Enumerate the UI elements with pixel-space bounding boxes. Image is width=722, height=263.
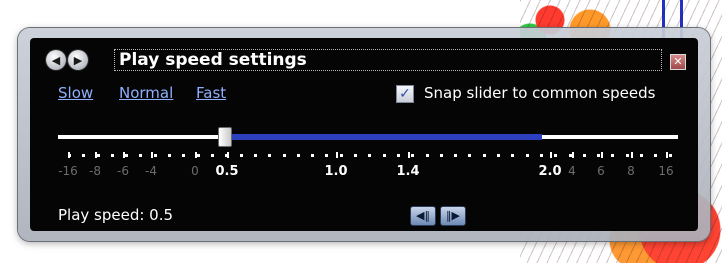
slider-major-tick xyxy=(151,152,153,158)
slider-major-tick xyxy=(572,152,574,158)
slider-tick xyxy=(283,154,286,157)
slider-tick xyxy=(583,154,586,157)
slider-scale-label: 16 xyxy=(658,164,674,178)
snap-checkbox[interactable]: ✓ xyxy=(396,85,414,103)
slider-tick xyxy=(325,154,328,157)
slider-tick xyxy=(611,154,614,157)
snap-label: Snap slider to common speeds xyxy=(424,84,656,102)
slider-scale-label: 0 xyxy=(191,164,199,178)
slider-scale-label: 6 xyxy=(597,164,605,178)
slider-tick xyxy=(454,154,457,157)
preset-slow-link[interactable]: Slow xyxy=(58,84,93,102)
slider-scale-label: -8 xyxy=(89,164,101,178)
slider-tick xyxy=(125,154,128,157)
slider-tick xyxy=(182,154,185,157)
slider-tick xyxy=(211,154,214,157)
slider-tick xyxy=(669,154,672,157)
slider-tick xyxy=(82,154,85,157)
checkmark-icon: ✓ xyxy=(399,86,411,102)
slider-tick xyxy=(240,154,243,157)
slider-major-tick xyxy=(408,152,410,158)
close-icon[interactable]: ✕ xyxy=(670,54,686,70)
slider-tick xyxy=(311,154,314,157)
back-arrow-icon[interactable]: ◀ xyxy=(46,50,66,70)
slider-tick xyxy=(440,154,443,157)
slider-tick xyxy=(597,154,600,157)
slider-scale-label: 8 xyxy=(627,164,635,178)
slider-tick xyxy=(483,154,486,157)
slider-tick xyxy=(168,154,171,157)
slider-scale-label: 4 xyxy=(568,164,576,178)
slider-tick xyxy=(297,154,300,157)
slider-tick xyxy=(383,154,386,157)
slider-scale-label: -6 xyxy=(117,164,129,178)
slider-scale-label: -4 xyxy=(145,164,157,178)
slider-tick xyxy=(426,154,429,157)
slider-tick xyxy=(411,154,414,157)
slider-tick xyxy=(626,154,629,157)
slider-tick xyxy=(268,154,271,157)
slider-major-tick xyxy=(95,152,97,158)
step-forward-icon[interactable]: ‖▶ xyxy=(440,206,466,226)
slider-major-tick xyxy=(123,152,125,158)
preset-normal-link[interactable]: Normal xyxy=(119,84,173,102)
slider-tick xyxy=(154,154,157,157)
slider-tick xyxy=(497,154,500,157)
dialog-title: Play speed settings xyxy=(114,49,662,71)
forward-arrow-icon[interactable]: ▶ xyxy=(68,50,88,70)
slider-tick xyxy=(468,154,471,157)
play-speed-dialog: ◀ ▶ Play speed settings ✕ Slow Normal Fa… xyxy=(30,38,698,231)
preset-fast-link[interactable]: Fast xyxy=(196,84,226,102)
slider-tick xyxy=(540,154,543,157)
slider-scale-label: 1.0 xyxy=(324,164,348,179)
slider-major-tick xyxy=(227,152,229,158)
slider-tick xyxy=(254,154,257,157)
slider-tick xyxy=(511,154,514,157)
slider-tick xyxy=(111,154,114,157)
speed-slider-fill xyxy=(228,134,542,140)
slider-scale-label: -16 xyxy=(58,164,78,178)
slider-tick xyxy=(526,154,529,157)
slider-tick xyxy=(139,154,142,157)
play-speed-status: Play speed: 0.5 xyxy=(58,206,174,224)
slider-scale-label: 1.4 xyxy=(396,164,420,179)
slider-tick xyxy=(340,154,343,157)
slider-major-tick xyxy=(631,152,633,158)
slider-scale-label: 0.5 xyxy=(215,164,239,179)
slider-major-tick xyxy=(68,152,70,158)
slider-major-tick xyxy=(666,152,668,158)
slider-tick xyxy=(654,154,657,157)
step-backward-icon[interactable]: ◀‖ xyxy=(410,206,436,226)
slider-scale-label: 2.0 xyxy=(538,164,562,179)
slider-major-tick xyxy=(550,152,552,158)
slider-tick xyxy=(554,154,557,157)
speed-slider-thumb[interactable] xyxy=(218,127,232,147)
slider-major-tick xyxy=(601,152,603,158)
slider-tick xyxy=(197,154,200,157)
slider-tick xyxy=(354,154,357,157)
slider-tick xyxy=(97,154,100,157)
slider-tick xyxy=(368,154,371,157)
slider-tick xyxy=(640,154,643,157)
slider-major-tick xyxy=(195,152,197,158)
slider-tick xyxy=(397,154,400,157)
slider-major-tick xyxy=(336,152,338,158)
